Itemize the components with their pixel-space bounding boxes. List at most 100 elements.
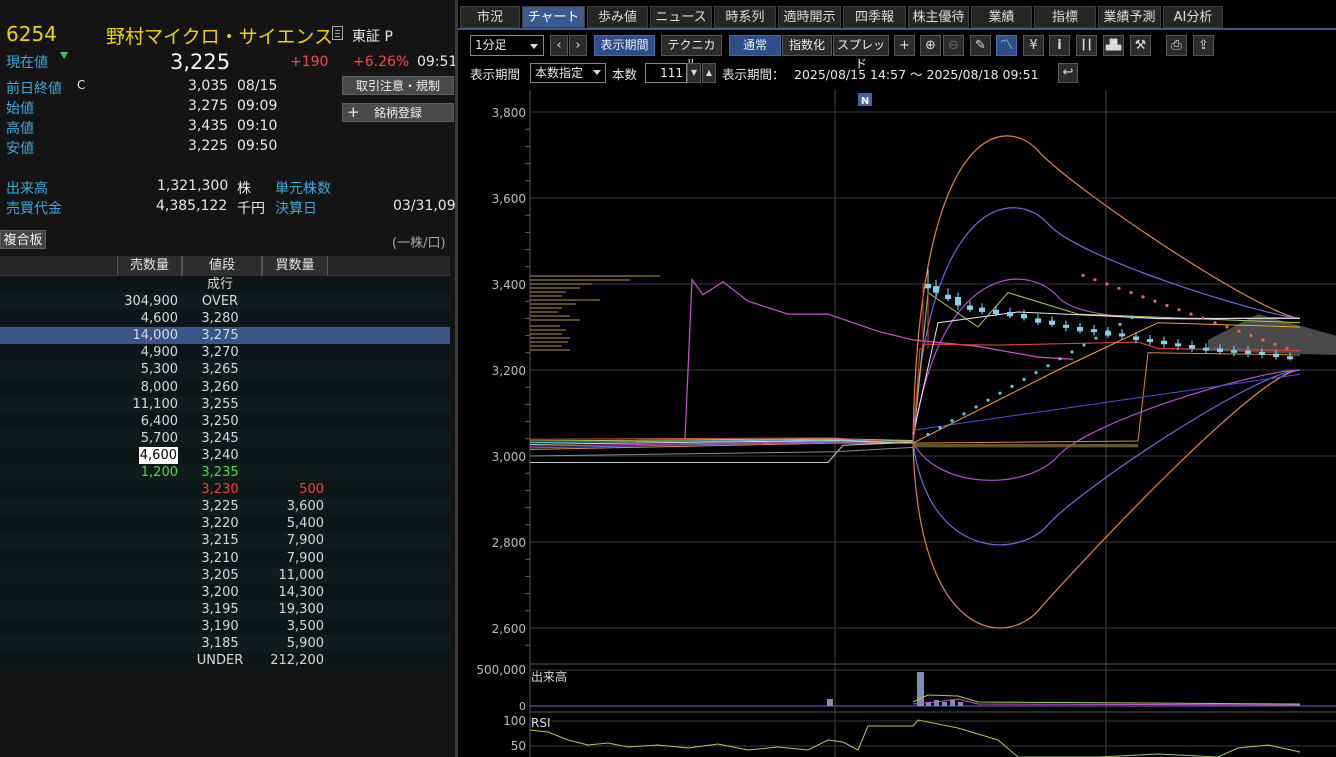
zoom-in-icon[interactable]: ⊕ (920, 35, 941, 56)
tab-5[interactable]: 適時開示 (778, 6, 841, 28)
period-mode-select[interactable]: 本数指定 (530, 63, 606, 83)
buy-qty[interactable]: 500 (299, 481, 324, 498)
price-level[interactable]: 3,270 (190, 344, 250, 361)
reset-icon[interactable]: ↩ (1058, 63, 1078, 83)
period-button[interactable]: 表示期間 (594, 35, 655, 56)
export-icon[interactable]: ⇪ (1193, 35, 1214, 56)
order-book-row[interactable]: 3,190 3,500 (0, 617, 450, 635)
buy-qty[interactable]: 3,500 (287, 618, 324, 635)
sell-qty[interactable]: 1,200 (141, 464, 178, 481)
price-level[interactable]: 3,240 (190, 447, 250, 464)
sell-qty[interactable]: 304,900 (124, 293, 178, 310)
tab-1[interactable]: チャート (522, 6, 585, 28)
tab-9[interactable]: 指標 (1034, 6, 1096, 28)
price-level[interactable]: 3,205 (190, 567, 250, 584)
order-book-row[interactable]: 3,215 7,900 (0, 532, 450, 550)
print-icon[interactable]: ⎙ (1166, 35, 1187, 56)
order-book-row[interactable]: 3,195 19,300 (0, 600, 450, 618)
sell-qty[interactable]: 4,600 (138, 446, 178, 464)
price-level[interactable]: 3,245 (190, 430, 250, 447)
chevron-left-icon[interactable]: ‹ (550, 35, 568, 56)
tab-7[interactable]: 株主優待 (908, 6, 969, 28)
sell-qty[interactable]: 4,600 (141, 310, 178, 327)
count-input[interactable]: 111 (645, 63, 687, 83)
price-chart[interactable]: 3,800 3,600 3,400 3,200 3,000 2,800 2,600 N 500,… (458, 90, 1336, 757)
order-book-row[interactable]: 6,400 3,250 (0, 412, 450, 430)
order-book-row[interactable]: 3,205 11,000 (0, 566, 450, 584)
yen-icon[interactable]: ¥ (1023, 35, 1044, 56)
sell-qty[interactable]: 6,400 (141, 413, 178, 430)
order-book-row[interactable]: 4,600 3,280 (0, 310, 450, 328)
tab-4[interactable]: 時系列 (714, 6, 776, 28)
price-level[interactable]: 3,260 (190, 379, 250, 396)
price-level[interactable]: 3,185 (190, 635, 250, 652)
tab-0[interactable]: 市況 (460, 6, 520, 28)
buy-qty[interactable]: 5,900 (287, 635, 324, 652)
caution-button[interactable]: 取引注意・規制 (342, 76, 454, 95)
sell-qty[interactable]: 11,100 (133, 396, 179, 413)
sell-qty[interactable]: 8,000 (141, 379, 178, 396)
order-book-row[interactable]: 4,900 3,270 (0, 344, 450, 362)
buy-qty[interactable]: 7,900 (287, 532, 324, 549)
price-level[interactable]: 3,255 (190, 396, 250, 413)
tab-11[interactable]: AI分析 (1163, 6, 1223, 28)
volume-profile-icon[interactable]: ▟▙ (1103, 35, 1124, 56)
register-button[interactable]: + 銘柄登録 (342, 103, 454, 122)
info-icon[interactable]: i (1049, 35, 1070, 56)
buy-qty[interactable]: 19,300 (279, 601, 325, 618)
price-level[interactable]: OVER (190, 293, 250, 310)
price-level[interactable]: 3,200 (190, 584, 250, 601)
buy-qty[interactable]: 14,300 (279, 584, 325, 601)
combined-board-button[interactable]: 複合板 (0, 230, 46, 249)
tab-8[interactable]: 業績 (971, 6, 1032, 28)
order-book-row[interactable]: 3,225 3,600 (0, 498, 450, 516)
order-book-row[interactable]: 成行 (0, 276, 450, 294)
sell-qty[interactable]: 4,900 (141, 344, 178, 361)
buy-qty[interactable]: 212,200 (270, 652, 324, 669)
normal-button[interactable]: 通常 (729, 35, 781, 56)
order-book-row[interactable]: 3,185 5,900 (0, 634, 450, 653)
order-book-row[interactable]: 3,230 500 (0, 481, 450, 499)
price-level[interactable]: 3,195 (190, 601, 250, 618)
price-level[interactable]: 3,230 (190, 481, 250, 498)
tab-2[interactable]: 歩み値 (587, 6, 648, 28)
chevron-right-icon[interactable]: › (569, 35, 587, 56)
pencil-icon[interactable]: ✎ (970, 35, 991, 56)
order-book-row[interactable]: 304,900 OVER (0, 293, 450, 311)
candle-settings-icon[interactable]: ┃┃ (1076, 35, 1097, 56)
order-book-row[interactable]: 3,210 7,900 (0, 549, 450, 567)
price-level[interactable]: 3,225 (190, 498, 250, 515)
price-level[interactable]: 3,190 (190, 618, 250, 635)
buy-qty[interactable]: 7,900 (287, 550, 324, 567)
interval-select[interactable]: 1分足 (470, 35, 544, 56)
document-icon[interactable] (332, 26, 343, 40)
price-level[interactable]: 3,220 (190, 515, 250, 532)
order-book-row[interactable]: 8,000 3,260 (0, 378, 450, 396)
tab-6[interactable]: 四季報 (843, 6, 906, 28)
order-book-row[interactable]: UNDER 212,200 (0, 652, 450, 670)
wrench-icon[interactable]: ⚒ (1130, 35, 1151, 56)
order-book-row[interactable]: 3,220 5,400 (0, 515, 450, 533)
spread-button[interactable]: スプレッド (833, 35, 889, 71)
buy-qty[interactable]: 11,000 (279, 567, 325, 584)
price-level[interactable]: 3,210 (190, 550, 250, 567)
crosshair-icon[interactable]: + (894, 35, 915, 56)
tab-3[interactable]: ニュース (650, 6, 712, 28)
buy-qty[interactable]: 5,400 (287, 515, 324, 532)
index-button[interactable]: 指数化 (782, 35, 832, 56)
price-level[interactable]: UNDER (190, 652, 250, 669)
order-book-row[interactable]: 1,200 3,235 (0, 464, 450, 482)
price-level[interactable]: 成行 (190, 276, 250, 293)
sell-qty[interactable]: 5,700 (141, 430, 178, 447)
order-book-row[interactable]: 3,200 14,300 (0, 583, 450, 601)
buy-qty[interactable]: 3,600 (287, 498, 324, 515)
count-down-icon[interactable]: ▼ (687, 63, 701, 83)
order-book-row[interactable]: 5,700 3,245 (0, 429, 450, 447)
order-book-row[interactable]: 5,300 3,265 (0, 361, 450, 379)
price-level[interactable]: 3,265 (190, 361, 250, 378)
order-book-row[interactable]: 11,100 3,255 (0, 395, 450, 413)
order-book-row[interactable]: 14,000 3,275 (0, 327, 450, 345)
price-level[interactable]: 3,275 (190, 327, 250, 344)
price-level[interactable]: 3,235 (190, 464, 250, 481)
technical-button[interactable]: テクニカル (661, 35, 722, 71)
